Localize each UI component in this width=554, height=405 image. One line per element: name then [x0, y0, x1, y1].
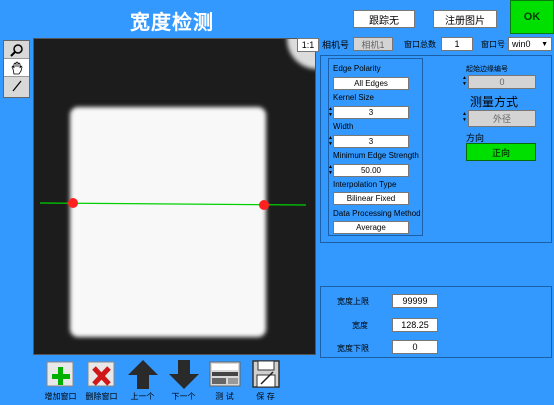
save-button[interactable]: 保 存: [245, 358, 286, 405]
add-window-label: 增加窗口: [44, 392, 77, 401]
left-edge-marker: [68, 198, 78, 208]
line-tool-button[interactable]: [4, 77, 29, 95]
bright-object: [70, 107, 266, 337]
width-result-label: 宽度: [352, 321, 368, 330]
start-edge-spinner[interactable]: ▲ ▼: [462, 76, 467, 87]
kernel-size-field[interactable]: 3: [333, 106, 409, 119]
view-toolbox: [3, 40, 30, 98]
page-title: 宽度检测: [130, 10, 214, 34]
width-label: Width: [333, 122, 354, 131]
track-none-button[interactable]: 跟踪无: [353, 10, 415, 28]
test-icon: [208, 358, 242, 390]
next-button[interactable]: 下一个: [163, 358, 204, 405]
line-icon: [12, 80, 21, 92]
add-window-button[interactable]: 增加窗口: [40, 358, 81, 405]
delete-window-label: 删除窗口: [85, 392, 118, 401]
interpolation-label: Interpolation Type: [333, 180, 397, 189]
camera-select[interactable]: 相机1: [353, 37, 393, 51]
direction-toggle[interactable]: 正向: [466, 143, 536, 161]
measure-method-select[interactable]: 外径: [468, 110, 536, 127]
prev-button[interactable]: 上一个: [122, 358, 163, 405]
prev-label: 上一个: [130, 392, 155, 401]
lower-limit-label: 宽度下限: [337, 344, 369, 353]
start-edge-field[interactable]: 0: [468, 75, 536, 89]
arrow-down-icon: [167, 358, 201, 390]
arrow-up-icon: [126, 358, 160, 390]
interpolation-select[interactable]: Bilinear Fixed: [333, 192, 409, 205]
camera-label: 相机号: [322, 40, 350, 51]
add-window-icon: [44, 358, 78, 390]
chevron-down-icon: ▼: [541, 40, 548, 48]
measure-method-title: 测量方式: [470, 95, 519, 109]
hand-icon: [11, 60, 22, 74]
kernel-size-label: Kernel Size: [333, 93, 374, 102]
register-image-button[interactable]: 注册图片: [433, 10, 497, 28]
window-total-label: 窗口总数: [404, 39, 436, 49]
kernel-size-spinner[interactable]: ▲ ▼: [328, 107, 333, 118]
test-button[interactable]: 测 试: [204, 358, 245, 405]
zoom-label: 1:1: [297, 38, 319, 52]
right-edge-marker: [259, 200, 269, 210]
width-result-field: 128.25: [392, 318, 438, 332]
save-icon: [249, 358, 283, 390]
window-no-label: 窗口号: [481, 39, 505, 49]
window-total-field[interactable]: 1: [441, 37, 473, 51]
width-field[interactable]: 3: [333, 135, 409, 148]
start-edge-label: 起始边缘编号: [466, 66, 508, 73]
next-label: 下一个: [171, 392, 196, 401]
window-no-select[interactable]: win0 ▼: [508, 37, 552, 51]
min-edge-strength-spinner[interactable]: ▲ ▼: [328, 165, 333, 176]
min-edge-strength-label: Minimum Edge Strength: [333, 151, 419, 160]
save-label: 保 存: [256, 392, 275, 401]
min-edge-strength-field[interactable]: 50.00: [333, 164, 409, 177]
pan-tool-button[interactable]: [4, 59, 29, 77]
delete-window-button[interactable]: 删除窗口: [81, 358, 122, 405]
edge-polarity-select[interactable]: All Edges: [333, 77, 409, 90]
measure-method-spinner[interactable]: ▲ ▼: [462, 112, 467, 123]
window-no-value: win0: [512, 39, 531, 49]
lower-limit-field[interactable]: 0: [392, 340, 438, 354]
delete-window-icon: [85, 358, 119, 390]
ok-button[interactable]: OK: [510, 0, 554, 34]
image-viewer[interactable]: [33, 38, 316, 355]
edge-polarity-label: Edge Polarity: [333, 64, 381, 73]
test-label: 测 试: [215, 392, 234, 401]
upper-limit-label: 宽度上限: [337, 297, 369, 306]
magnifier-icon: [9, 43, 23, 57]
data-processing-label: Data Processing Method: [333, 209, 421, 218]
upper-limit-field[interactable]: 99999: [392, 294, 438, 308]
edge-params-panel: Edge Polarity All Edges Kernel Size ▲ ▼ 3…: [328, 58, 423, 236]
width-spinner[interactable]: ▲ ▼: [328, 136, 333, 147]
data-processing-select[interactable]: Average: [333, 221, 409, 234]
zoom-tool-button[interactable]: [4, 41, 29, 59]
camera-image: [34, 39, 315, 354]
bottom-toolbar: 增加窗口 删除窗口 上一个 下一个 测 试 保 存: [40, 358, 286, 405]
